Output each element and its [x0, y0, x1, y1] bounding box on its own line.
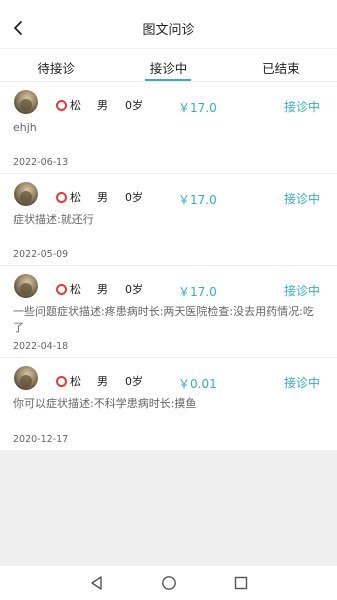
patient-age: 0岁 [125, 375, 143, 388]
triangle-back-icon [90, 576, 102, 590]
square-recent-icon [234, 576, 247, 590]
consultation-price: ￥17.0 [178, 285, 217, 299]
consultation-date: 2022-05-09 [13, 249, 69, 260]
patient-name: 松 [56, 189, 81, 205]
consultation-date: 2022-06-13 [13, 157, 69, 168]
tab-in-progress[interactable]: 接诊中 [112, 49, 224, 81]
tab-bar: 待接诊 接诊中 已结束 [0, 48, 337, 82]
ring-icon [56, 191, 67, 203]
avatar [14, 366, 38, 390]
symptom-description: 症状描述:就还行 [13, 213, 94, 226]
nav-back-button[interactable] [89, 575, 105, 591]
nav-recent-button[interactable] [233, 575, 249, 591]
ring-icon [56, 375, 67, 387]
title-bar: 图文问诊 [0, 0, 337, 48]
patient-age: 0岁 [125, 191, 143, 204]
consultation-price: ￥0.01 [178, 377, 217, 391]
patient-name-text: 松 [70, 283, 81, 296]
page-title: 图文问诊 [142, 23, 195, 38]
patient-age: 0岁 [125, 99, 143, 112]
patient-name: 松 [56, 281, 81, 297]
patient-age: 0岁 [125, 283, 143, 296]
circle-home-icon [161, 576, 176, 590]
symptom-description: ehjh [13, 121, 37, 134]
patient-name-text: 松 [70, 99, 81, 112]
consultation-price: ￥17.0 [178, 193, 217, 207]
status-label: 接诊中 [283, 100, 320, 114]
empty-area [0, 450, 337, 566]
patient-gender: 男 [97, 99, 108, 112]
consultation-card[interactable]: 松 男 0岁 ￥0.01 接诊中 你可以症状描述:不科学患病时长:摸鱼 2020… [0, 358, 337, 450]
consultation-card[interactable]: 松 男 0岁 ￥17.0 接诊中 一些问题症状描述:疼患病时长:两天医院检查:没… [0, 266, 337, 358]
consultation-card[interactable]: 松 男 0岁 ￥17.0 接诊中 ehjh 2022-06-13 [0, 82, 337, 174]
consultation-price: ￥17.0 [178, 101, 217, 115]
patient-gender: 男 [97, 191, 108, 204]
consultation-list: 松 男 0岁 ￥17.0 接诊中 ehjh 2022-06-13 松 男 0岁 … [0, 82, 337, 450]
avatar [14, 90, 38, 114]
tab-pending[interactable]: 待接诊 [0, 49, 112, 81]
symptom-description: 你可以症状描述:不科学患病时长:摸鱼 [13, 397, 197, 410]
patient-name: 松 [56, 373, 81, 389]
status-label: 接诊中 [283, 284, 320, 298]
tab-finished[interactable]: 已结束 [225, 49, 337, 81]
status-label: 接诊中 [283, 376, 320, 390]
nav-home-button[interactable] [161, 575, 177, 591]
patient-gender: 男 [97, 283, 108, 296]
consultation-card[interactable]: 松 男 0岁 ￥17.0 接诊中 症状描述:就还行 2022-05-09 [0, 174, 337, 266]
patient-name-text: 松 [70, 375, 81, 388]
ring-icon [56, 99, 67, 111]
avatar [14, 182, 38, 206]
symptom-description: 一些问题症状描述:疼患病时长:两天医院检查:没去用药情况:吃了 [13, 305, 314, 334]
consultation-date: 2022-04-18 [13, 341, 69, 352]
consultation-screen: 图文问诊 待接诊 接诊中 已结束 松 男 0岁 ￥17.0 接诊中 ehjh 2… [0, 0, 337, 600]
consultation-date: 2020-12-17 [13, 434, 69, 445]
system-nav-bar [0, 566, 337, 600]
patient-gender: 男 [97, 375, 108, 388]
patient-name: 松 [56, 97, 81, 113]
status-label: 接诊中 [283, 192, 320, 206]
avatar [14, 274, 38, 298]
ring-icon [56, 283, 67, 295]
patient-name-text: 松 [70, 191, 81, 204]
